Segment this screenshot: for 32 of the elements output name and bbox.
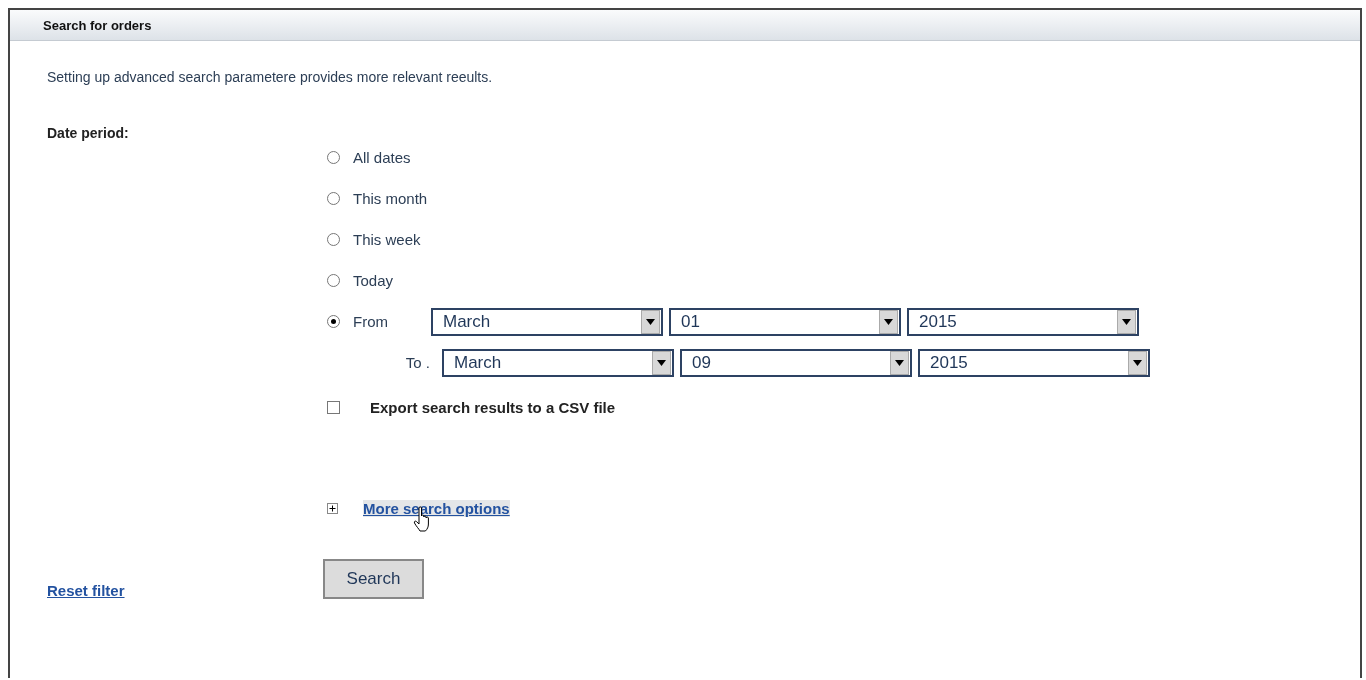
intro-text: Setting up advanced search parametere provides more relevant reeults. — [47, 69, 494, 85]
panel-title: Search for orders — [43, 17, 152, 33]
radio-label: All dates — [353, 149, 411, 166]
plus-icon[interactable] — [327, 503, 338, 514]
caret-icon — [652, 350, 671, 375]
radio-label: From — [353, 313, 389, 330]
radio-button[interactable] — [327, 315, 340, 328]
radio-button[interactable] — [327, 274, 340, 287]
dropdown[interactable]: 09 — [680, 348, 912, 377]
checkbox-label: Export search results to a CSV file — [370, 399, 616, 416]
dropdown[interactable]: March — [431, 307, 663, 336]
radio-button[interactable] — [327, 192, 340, 205]
caret-icon — [641, 309, 660, 334]
caret-icon — [890, 350, 909, 375]
checkbox[interactable] — [327, 401, 340, 414]
caret-icon — [1128, 350, 1147, 375]
dropdown[interactable]: 01 — [669, 307, 901, 336]
dropdown[interactable]: 2015 — [907, 307, 1139, 336]
caret-icon — [879, 309, 898, 334]
radio-label: This week — [353, 231, 421, 248]
to-label: To . — [404, 354, 431, 371]
radio-button[interactable] — [327, 233, 340, 246]
radio-button[interactable] — [327, 151, 340, 164]
date-period-label: Date period: — [47, 125, 130, 141]
search-button[interactable]: Search — [323, 559, 424, 599]
caret-icon — [1117, 309, 1136, 334]
radio-label: This month — [353, 190, 428, 207]
radio-label: Today — [353, 272, 394, 289]
more-options-link[interactable]: More search options — [363, 500, 510, 517]
dropdown[interactable]: 2015 — [918, 348, 1150, 377]
reset-filter-link[interactable]: Reset filter — [47, 582, 125, 599]
dropdown[interactable]: March — [442, 348, 674, 377]
